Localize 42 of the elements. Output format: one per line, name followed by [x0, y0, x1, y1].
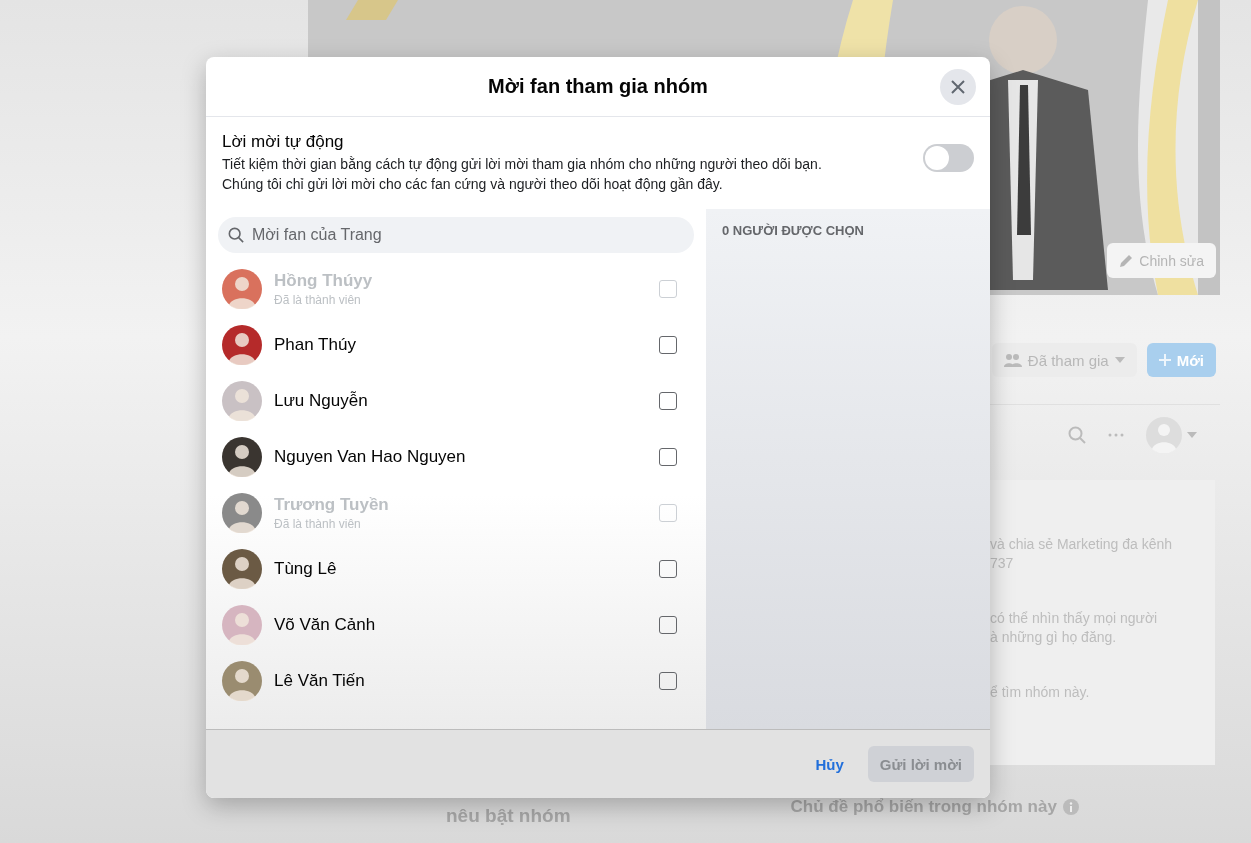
description-text: Tiết kiệm thời gian bằng cách tự động gửi lời mời tham gia nhóm cho những người theo dõi bạn. Chúng tôi chỉ gửi lời mời cho các fan cứng và người theo dõi hoạt động gần đây.: [222, 155, 823, 194]
selected-count: 0 NGƯỜI ĐƯỢC CHỌN: [722, 223, 865, 238]
avatar: [222, 269, 262, 309]
close-icon: [950, 79, 966, 95]
cancel-button[interactable]: Hủy: [811, 747, 848, 781]
checkbox[interactable]: [659, 616, 677, 634]
avatar: [222, 549, 262, 589]
checkbox[interactable]: [659, 336, 677, 354]
avatar: [222, 493, 262, 533]
checkbox[interactable]: [659, 392, 677, 410]
auto-invite-toggle[interactable]: [923, 144, 974, 172]
pencil-icon: [1119, 253, 1134, 268]
caret-icon: [1114, 357, 1125, 363]
avatar: [222, 325, 262, 365]
fan-name: Võ Văn Cảnh: [274, 615, 377, 635]
avatar: [222, 661, 262, 701]
member-status: Đã là thành viên: [274, 517, 362, 531]
fan-name: Lê Văn Tiến: [274, 671, 366, 691]
avatar: [222, 437, 262, 477]
avatar: [222, 381, 262, 421]
new-button[interactable]: Mới: [1146, 343, 1216, 377]
close-button[interactable]: [940, 69, 976, 105]
fan-name: Hồng Thúyy: [274, 271, 374, 291]
dialog-title: Mời fan tham gia nhóm: [488, 75, 708, 98]
people-icon: [1003, 353, 1022, 367]
plus-icon: [1158, 354, 1171, 366]
fan-name: Lưu Nguyễn: [274, 391, 369, 411]
info-icon: [1062, 799, 1079, 815]
checkbox[interactable]: [659, 560, 677, 578]
search-field[interactable]: Mời fan của Trang: [218, 217, 694, 253]
checkbox[interactable]: [659, 448, 677, 466]
fan-name: Nguyen Van Hao Nguyen: [274, 447, 467, 467]
member-status: Đã là thành viên: [274, 293, 362, 307]
search-input[interactable]: Mời fan của Trang: [250, 225, 684, 245]
search-icon: [228, 227, 244, 243]
checkbox[interactable]: [659, 672, 677, 690]
fan-name: Tùng Lê: [274, 559, 338, 579]
avatar: [222, 605, 262, 645]
edit-cover-button[interactable]: Chỉnh sửa: [1107, 243, 1216, 278]
section-title: Lời mời tự động: [222, 132, 345, 152]
fan-name: Phan Thúy: [274, 335, 357, 355]
fan-name: Trương Tuyền: [274, 495, 390, 515]
